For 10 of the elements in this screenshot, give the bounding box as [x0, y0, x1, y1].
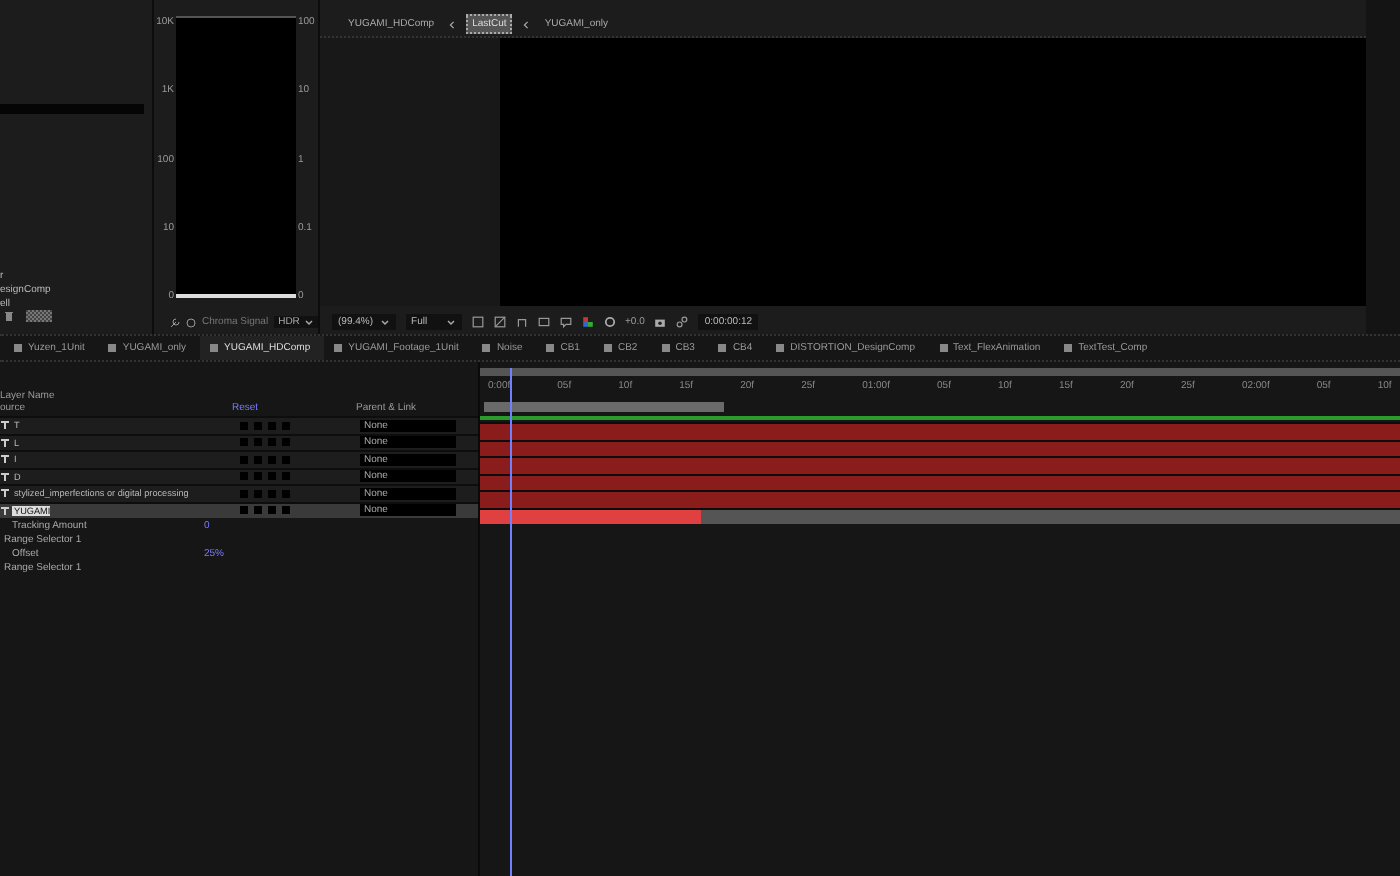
trash-icon[interactable]: [4, 310, 14, 322]
wrench-icon[interactable]: [170, 317, 180, 327]
caret-icon[interactable]: [303, 317, 314, 327]
caret-icon[interactable]: [445, 317, 456, 327]
caret-icon[interactable]: [379, 317, 390, 327]
chevron-left-icon: [448, 19, 457, 29]
checkerboard-icon[interactable]: [26, 310, 52, 322]
circle-icon[interactable]: [186, 317, 196, 327]
chevron-left-icon: [522, 19, 531, 29]
camera-icon[interactable]: [654, 316, 667, 328]
